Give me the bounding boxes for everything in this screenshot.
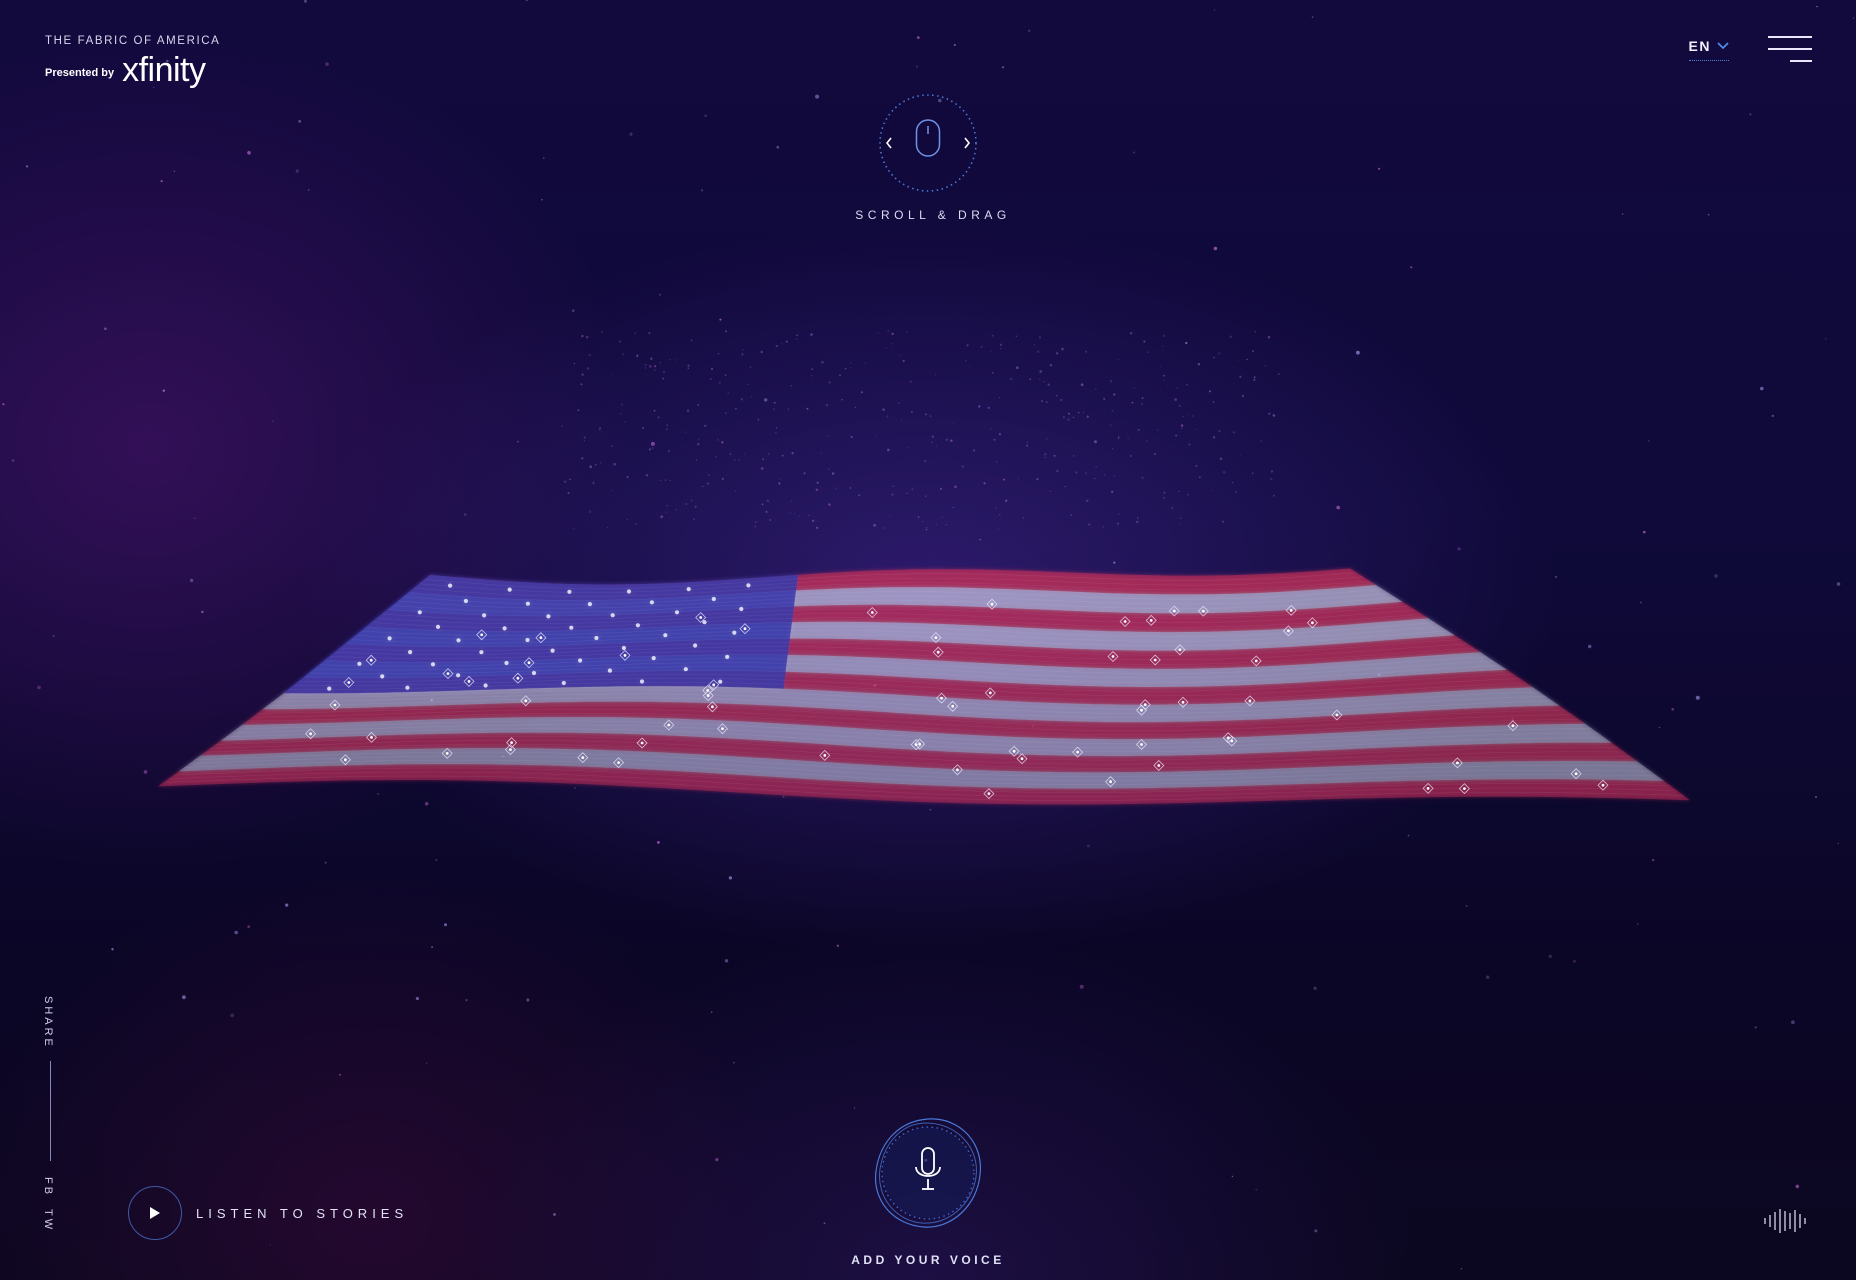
flag-star — [725, 654, 730, 660]
flag-canton — [283, 574, 798, 694]
flag-star — [546, 614, 551, 619]
scroll-drag-control[interactable] — [878, 93, 978, 193]
presented-by-label: Presented by — [45, 67, 115, 79]
sound-toggle[interactable] — [1762, 1208, 1812, 1234]
chevron-right-icon — [964, 137, 971, 149]
share-panel: SHARE FB TW — [42, 996, 60, 1232]
play-button[interactable] — [128, 1186, 182, 1240]
share-twitter-link[interactable]: TW — [42, 1209, 54, 1232]
flag-star — [405, 685, 410, 690]
flag-star — [482, 613, 487, 618]
share-facebook-link[interactable]: FB — [42, 1177, 54, 1197]
language-label: EN — [1688, 38, 1711, 54]
flag-star — [635, 623, 641, 628]
xfinity-logo: xfinity — [122, 51, 206, 89]
brand-logo[interactable]: THE FABRIC OF AMERICA Presented by xfini… — [45, 35, 220, 87]
flag-star — [507, 587, 512, 592]
sound-wave-icon — [1764, 1209, 1806, 1233]
flag-star — [567, 589, 572, 594]
flag-star — [674, 610, 680, 615]
flag-star — [594, 635, 599, 641]
flag-star — [651, 656, 656, 661]
flag-star — [408, 650, 413, 655]
flag-star — [502, 626, 507, 631]
flag-star — [718, 679, 723, 684]
flag-star — [732, 630, 737, 635]
flag-star — [739, 606, 744, 612]
chevron-down-icon — [1717, 42, 1729, 50]
listen-to-stories-button[interactable]: LISTEN TO STORIES — [128, 1186, 408, 1240]
experience-canvas[interactable]: THE FABRIC OF AMERICA Presented by xfini… — [0, 0, 1856, 1280]
add-voice-label: ADD YOUR VOICE — [851, 1253, 1005, 1267]
share-divider — [50, 1060, 51, 1161]
site-title: THE FABRIC OF AMERICA — [45, 35, 221, 47]
play-icon — [150, 1207, 160, 1219]
flag-star — [569, 625, 574, 630]
flag-star — [639, 679, 645, 684]
flag-star — [686, 587, 691, 592]
flag-star — [448, 583, 453, 588]
mouse-icon — [915, 119, 941, 157]
flag-star — [435, 624, 441, 630]
scroll-drag-hint: SCROLL & DRAG — [855, 208, 1011, 222]
flag-star — [417, 610, 422, 615]
flag-star — [663, 633, 668, 638]
flag-star — [746, 583, 751, 588]
flag-star — [327, 686, 332, 691]
flag-cloth — [158, 568, 1690, 805]
flag-star — [561, 680, 566, 686]
share-label: SHARE — [42, 996, 54, 1049]
flag-star — [357, 661, 362, 666]
listen-label: LISTEN TO STORIES — [196, 1205, 409, 1221]
flag-star — [483, 683, 488, 688]
language-selector[interactable]: EN — [1688, 38, 1729, 61]
chevron-left-icon — [885, 137, 892, 149]
flag-star — [702, 620, 707, 625]
menu-button[interactable] — [1768, 36, 1812, 62]
flag-star — [610, 613, 615, 618]
add-voice-button[interactable] — [868, 1113, 988, 1233]
flag-star — [430, 662, 436, 667]
flag-star — [626, 589, 632, 594]
flag-star — [525, 637, 530, 643]
